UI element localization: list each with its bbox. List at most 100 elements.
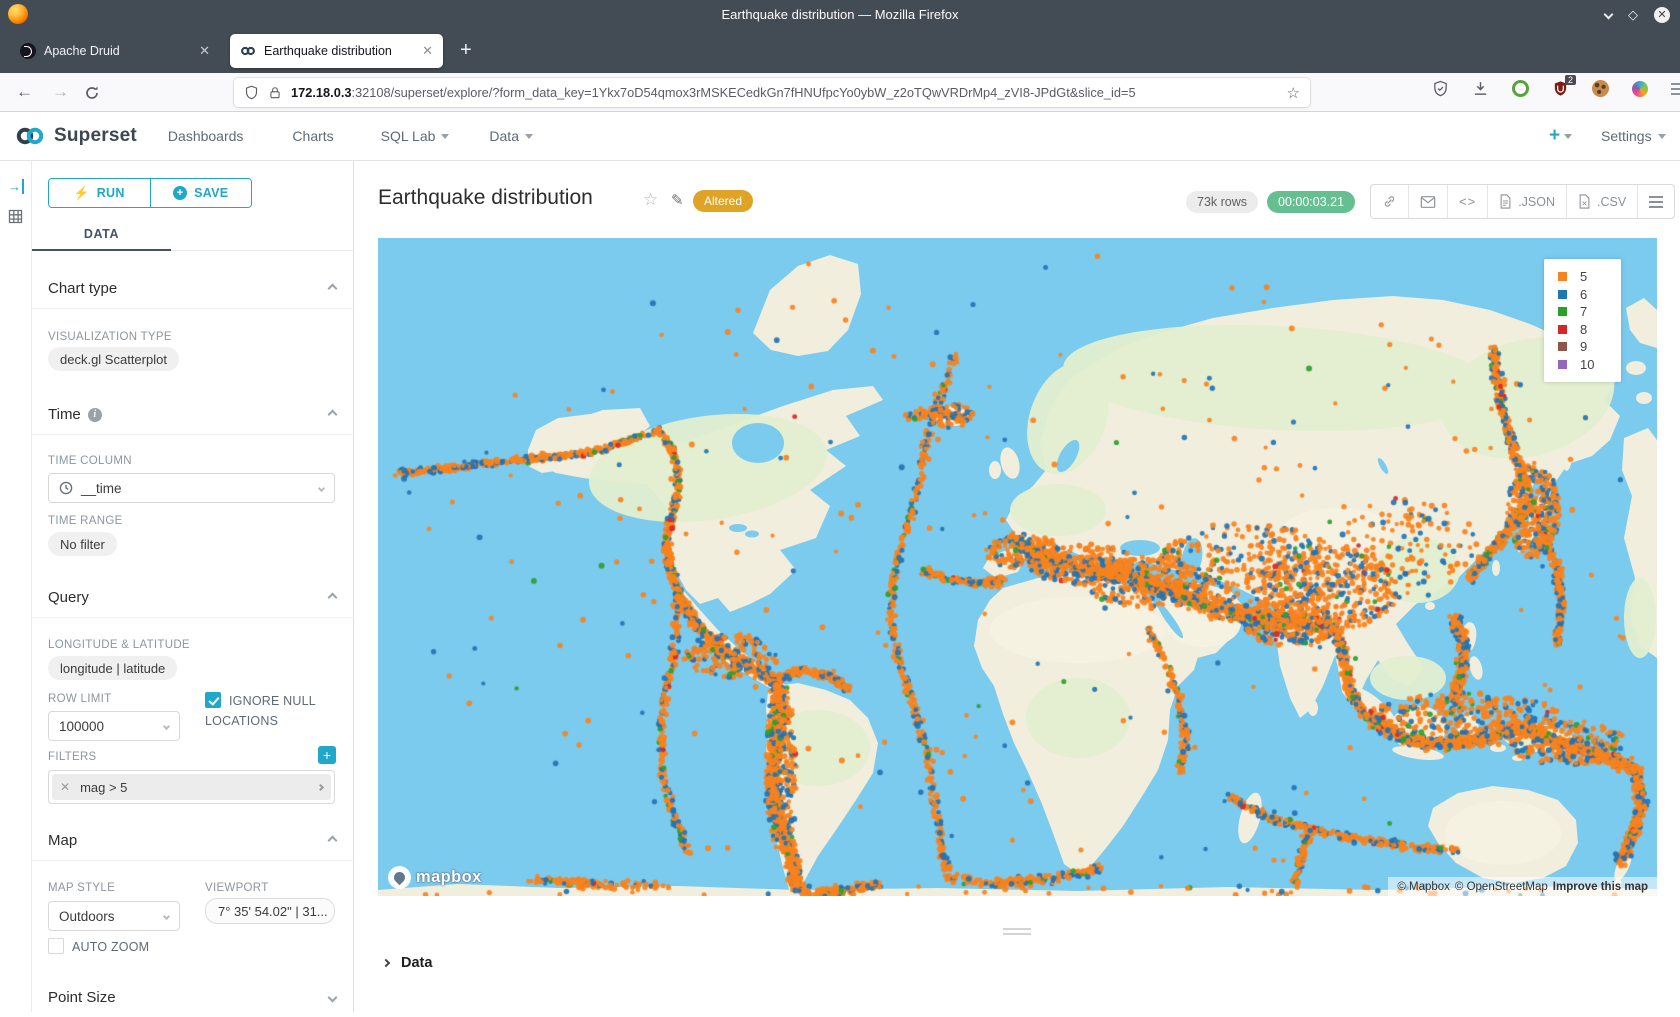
forward-icon[interactable]: → xyxy=(52,82,69,102)
extension-green-icon[interactable] xyxy=(1512,80,1529,97)
bookmark-star-icon[interactable]: ☆ xyxy=(1287,84,1300,102)
chevron-up-icon xyxy=(328,284,338,294)
add-filter-button[interactable]: + xyxy=(318,746,336,764)
legend-swatch xyxy=(1558,307,1567,316)
lonlat-value[interactable]: longitude | latitude xyxy=(48,656,177,680)
chevron-down-icon xyxy=(1658,134,1666,139)
edit-title-icon[interactable]: ✎ xyxy=(671,191,684,209)
mapbox-logo[interactable]: mapbox xyxy=(388,866,482,889)
data-panel-toggle[interactable]: Data xyxy=(383,955,432,971)
time-column-select[interactable]: __time xyxy=(48,473,335,503)
minimize-icon[interactable] xyxy=(1604,10,1614,20)
viz-type-label: VISUALIZATION TYPE xyxy=(48,331,172,343)
tab-label: Apache Druid xyxy=(44,44,120,58)
add-new-button[interactable]: + xyxy=(1549,125,1572,147)
export-button-group: <> .JSON .CSV xyxy=(1370,184,1675,219)
chevron-up-icon xyxy=(328,410,338,420)
altered-badge[interactable]: Altered xyxy=(693,190,753,212)
attribution-mapbox[interactable]: © Mapbox xyxy=(1397,881,1450,893)
filter-chip[interactable]: ✕ mag > 5 xyxy=(52,774,331,800)
attribution-osm[interactable]: © OpenStreetMap xyxy=(1455,881,1548,893)
chevron-right-icon xyxy=(382,959,390,967)
section-chart-type[interactable]: Chart type xyxy=(32,269,354,309)
tab-apache-druid[interactable]: Apache Druid ✕ xyxy=(10,34,220,68)
legend-item[interactable]: 10 xyxy=(1558,356,1621,374)
viz-type-value[interactable]: deck.gl Scatterplot xyxy=(48,347,179,371)
tab-earthquake-distribution[interactable]: Earthquake distribution ✕ xyxy=(230,34,443,68)
legend-swatch xyxy=(1558,290,1567,299)
email-button[interactable] xyxy=(1409,185,1448,218)
remove-filter-icon[interactable]: ✕ xyxy=(60,780,70,794)
insecure-lock-icon[interactable] xyxy=(268,86,282,100)
chevron-down-icon xyxy=(1564,134,1572,139)
section-point-size[interactable]: Point Size xyxy=(32,977,354,1017)
auto-zoom-checkbox[interactable] xyxy=(48,938,64,954)
deckgl-map[interactable]: 5 6 7 8 9 10 mapbox © Mapbox © OpenStree… xyxy=(378,238,1657,896)
section-map[interactable]: Map xyxy=(32,821,354,861)
code-icon: <> xyxy=(1459,194,1476,209)
superset-favicon xyxy=(240,43,256,59)
embed-code-button[interactable]: <> xyxy=(1448,185,1488,218)
ublock-icon[interactable]: 2 xyxy=(1552,80,1569,97)
menu-icon xyxy=(1649,201,1663,203)
nav-sql-lab[interactable]: SQL Lab xyxy=(381,128,450,144)
ignore-null-checkbox[interactable] xyxy=(205,692,221,708)
tab-label: Earthquake distribution xyxy=(264,44,392,58)
ignore-null-control[interactable]: IGNORE NULL LOCATIONS xyxy=(205,691,331,731)
time-range-value[interactable]: No filter xyxy=(48,532,117,556)
legend-item[interactable]: 5 xyxy=(1558,268,1621,286)
nav-dashboards[interactable]: Dashboards xyxy=(168,128,244,144)
cookie-addon-icon[interactable] xyxy=(1592,80,1609,97)
new-tab-button[interactable]: + xyxy=(460,39,472,62)
url-bar[interactable]: 172.18.0.3:32108/superset/explore/?form_… xyxy=(234,78,1310,107)
link-icon xyxy=(1382,194,1397,209)
legend-item[interactable]: 8 xyxy=(1558,321,1621,339)
tab-data[interactable]: DATA xyxy=(32,216,171,251)
downloads-icon[interactable] xyxy=(1472,80,1489,97)
map-attribution: © Mapbox © OpenStreetMap Improve this ma… xyxy=(1388,877,1657,896)
chevron-down-icon xyxy=(328,992,338,1002)
resize-handle[interactable] xyxy=(1003,928,1031,938)
reload-icon[interactable] xyxy=(84,85,100,101)
tab-close-icon[interactable]: ✕ xyxy=(199,43,210,59)
maximize-icon[interactable]: ◇ xyxy=(1628,7,1638,23)
section-time[interactable]: Timei xyxy=(32,395,354,435)
export-json-button[interactable]: .JSON xyxy=(1488,185,1567,218)
favorite-star-icon[interactable]: ☆ xyxy=(643,190,658,210)
back-icon[interactable]: ← xyxy=(16,82,33,102)
collapse-panel-icon[interactable]: → xyxy=(8,179,24,194)
tab-close-icon[interactable]: ✕ xyxy=(422,43,433,59)
run-button[interactable]: ⚡RUN xyxy=(49,179,151,207)
section-query[interactable]: Query xyxy=(32,578,354,618)
control-panel: ⚡RUN +SAVE DATA Chart type VISUALIZATION… xyxy=(32,161,354,1012)
protections-shield-icon[interactable] xyxy=(1432,80,1449,97)
permissions-shield-icon[interactable] xyxy=(244,85,259,100)
legend-item[interactable]: 9 xyxy=(1558,338,1621,356)
chevron-up-icon xyxy=(328,836,338,846)
druid-favicon xyxy=(20,43,36,59)
map-legend: 5 6 7 8 9 10 xyxy=(1544,259,1621,382)
attribution-improve-link[interactable]: Improve this map xyxy=(1553,881,1648,893)
brand-name[interactable]: Superset xyxy=(54,125,137,147)
superset-logo[interactable] xyxy=(12,124,48,148)
run-save-group: ⚡RUN +SAVE xyxy=(48,178,252,208)
more-options-button[interactable] xyxy=(1638,185,1674,218)
viewport-value[interactable]: 7° 35' 54.02" | 31... xyxy=(205,898,335,924)
menu-icon[interactable] xyxy=(1671,88,1680,90)
save-button[interactable]: +SAVE xyxy=(151,179,252,207)
map-style-select[interactable]: Outdoors xyxy=(48,901,180,931)
legend-item[interactable]: 6 xyxy=(1558,286,1621,304)
time-range-label: TIME RANGE xyxy=(48,515,123,527)
export-csv-button[interactable]: .CSV xyxy=(1567,185,1638,218)
row-limit-select[interactable]: 100000 xyxy=(48,711,180,741)
colorful-addon-icon[interactable] xyxy=(1632,81,1648,97)
map-style-label: MAP STYLE xyxy=(48,882,115,894)
legend-item[interactable]: 7 xyxy=(1558,303,1621,321)
datasource-grid-icon[interactable] xyxy=(8,209,23,224)
settings-menu[interactable]: Settings xyxy=(1601,128,1666,144)
copy-link-button[interactable] xyxy=(1371,185,1409,218)
close-window-icon[interactable]: ✕ xyxy=(1654,7,1670,23)
nav-data[interactable]: Data xyxy=(489,128,533,144)
nav-charts[interactable]: Charts xyxy=(292,128,333,144)
auto-zoom-control[interactable]: AUTO ZOOM xyxy=(48,938,149,956)
